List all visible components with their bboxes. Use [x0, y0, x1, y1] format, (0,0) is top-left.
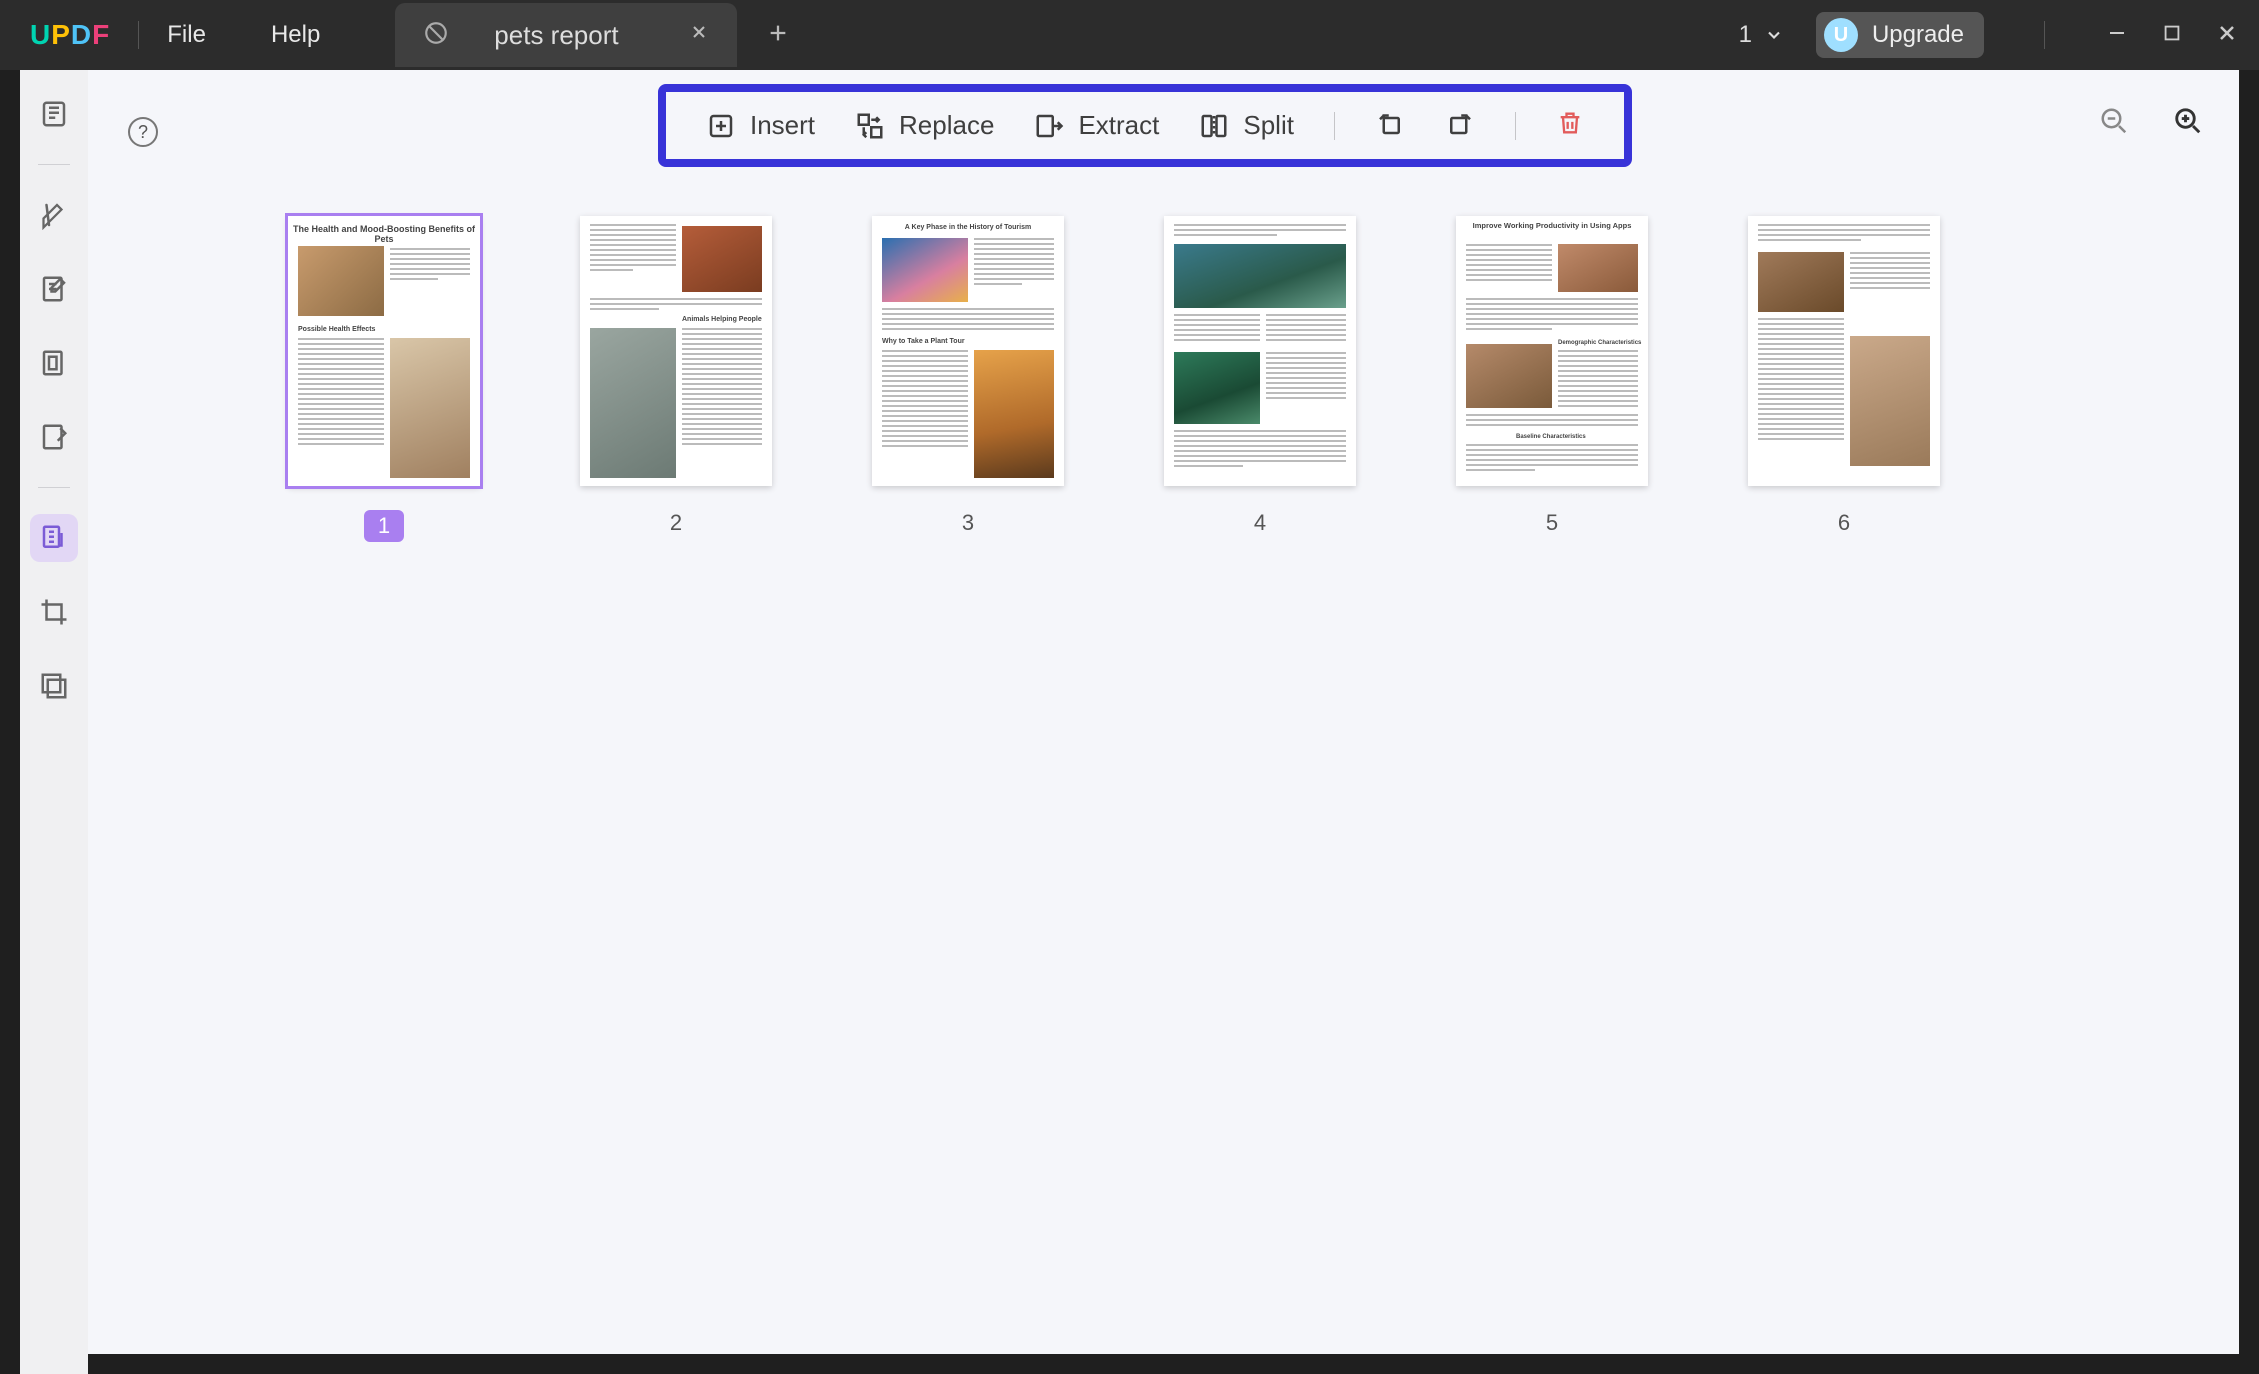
maximize-button[interactable] [2161, 22, 2183, 49]
page-thumbnail-1[interactable]: The Health and Mood-Boosting Benefits of… [288, 216, 480, 486]
page-number-1: 1 [364, 510, 404, 542]
sidebar-separator [38, 164, 70, 165]
rotate-left-button[interactable] [1375, 108, 1405, 143]
thumb-image [1174, 244, 1346, 308]
sidebar-crop[interactable] [30, 588, 78, 636]
page-thumbnail-5[interactable]: Improve Working Productivity in Using Ap… [1456, 216, 1648, 486]
menu-help[interactable]: Help [271, 21, 320, 49]
page-thumbnail-6[interactable] [1748, 216, 1940, 486]
app-body: ? Insert Replace Extract Split [0, 70, 2259, 1374]
top-row: ? Insert Replace Extract Split [88, 70, 2239, 190]
chevron-down-icon [1764, 25, 1784, 45]
page-number-5: 5 [1546, 510, 1558, 536]
titlebar-right: 1 U Upgrade [1739, 12, 2239, 58]
zoom-out-button[interactable] [2099, 106, 2129, 141]
separator [138, 21, 139, 49]
menu-file[interactable]: File [167, 21, 206, 49]
page3-title: A Key Phase in the History of Tourism [872, 224, 1064, 232]
delete-button[interactable] [1556, 109, 1584, 142]
page3-sub1: Why to Take a Plant Tour [882, 338, 965, 346]
titlebar: UPDF File Help pets report 1 U Upgrade [0, 0, 2259, 70]
page-cell-1: The Health and Mood-Boosting Benefits of… [288, 216, 480, 542]
separator [2044, 21, 2045, 49]
app-logo: UPDF [30, 19, 110, 51]
sidebar-comment[interactable] [30, 191, 78, 239]
minimize-button[interactable] [2105, 21, 2129, 50]
extract-button[interactable]: Extract [1034, 110, 1159, 141]
page-cell-4: 4 [1164, 216, 1356, 542]
sidebar-fill-sign[interactable] [30, 413, 78, 461]
main-canvas: ? Insert Replace Extract Split [88, 70, 2259, 1374]
thumb-image [390, 338, 470, 478]
page5-title: Improve Working Productivity in Using Ap… [1456, 222, 1648, 231]
extract-label: Extract [1078, 110, 1159, 141]
thumb-image [1466, 344, 1552, 408]
replace-label: Replace [899, 110, 994, 141]
sidebar-organize-pages[interactable] [30, 514, 78, 562]
thumb-image [1850, 336, 1930, 466]
page1-title: The Health and Mood-Boosting Benefits of… [288, 224, 480, 245]
thumb-image [298, 246, 384, 316]
page-number-3: 3 [962, 510, 974, 536]
page-cell-3: A Key Phase in the History of Tourism Wh… [872, 216, 1064, 542]
thumb-image [590, 328, 676, 478]
page-number: 1 [1739, 21, 1752, 49]
thumb-image [974, 350, 1054, 478]
upgrade-label: Upgrade [1872, 21, 1964, 49]
insert-label: Insert [750, 110, 815, 141]
thumb-image [1174, 352, 1260, 424]
new-tab-button[interactable] [767, 19, 789, 51]
page2-title: Animals Helping People [682, 316, 762, 324]
page-cell-5: Improve Working Productivity in Using Ap… [1456, 216, 1648, 542]
thumb-image [1758, 252, 1844, 312]
insert-button[interactable]: Insert [706, 110, 815, 141]
page-number-6: 6 [1838, 510, 1850, 536]
tab-label: pets report [494, 20, 618, 51]
page-number-2: 2 [670, 510, 682, 536]
upgrade-button[interactable]: U Upgrade [1816, 12, 1984, 58]
page-thumbnail-2[interactable]: Animals Helping People [580, 216, 772, 486]
thumb-image [882, 238, 968, 302]
thumb-image [1558, 244, 1638, 292]
close-window-button[interactable] [2215, 21, 2239, 50]
sidebar-page-tools[interactable] [30, 339, 78, 387]
sidebar-reader-mode[interactable] [30, 90, 78, 138]
menu-bar: File Help [167, 21, 385, 49]
zoom-controls [2099, 106, 2203, 141]
toolbar-separator [1334, 112, 1335, 140]
avatar: U [1824, 18, 1858, 52]
toolbar-separator [1515, 112, 1516, 140]
sidebar-separator [38, 487, 70, 488]
zoom-in-button[interactable] [2173, 106, 2203, 141]
page-toolbar: Insert Replace Extract Split [658, 84, 1632, 167]
tab-document-icon [423, 20, 449, 51]
thumb-image [682, 226, 762, 292]
help-icon[interactable]: ? [128, 117, 158, 147]
page-cell-6: 6 [1748, 216, 1940, 542]
sidebar [0, 70, 88, 1374]
page1-sub1: Possible Health Effects [298, 326, 375, 334]
sidebar-edit-pdf[interactable] [30, 265, 78, 313]
page5-sub1: Demographic Characteristics [1558, 340, 1641, 347]
page-number-4: 4 [1254, 510, 1266, 536]
page5-sub2: Baseline Characteristics [1516, 434, 1586, 441]
page-thumbnail-4[interactable] [1164, 216, 1356, 486]
page-thumbnail-3[interactable]: A Key Phase in the History of Tourism Wh… [872, 216, 1064, 486]
split-button[interactable]: Split [1199, 110, 1294, 141]
replace-button[interactable]: Replace [855, 110, 994, 141]
document-tab[interactable]: pets report [395, 3, 736, 67]
pages-grid: The Health and Mood-Boosting Benefits of… [88, 190, 2239, 542]
split-label: Split [1243, 110, 1294, 141]
sidebar-background[interactable] [30, 662, 78, 710]
close-tab-icon[interactable] [689, 22, 709, 48]
page-indicator[interactable]: 1 [1739, 21, 1784, 49]
page-cell-2: Animals Helping People 2 [580, 216, 772, 542]
rotate-right-button[interactable] [1445, 108, 1475, 143]
